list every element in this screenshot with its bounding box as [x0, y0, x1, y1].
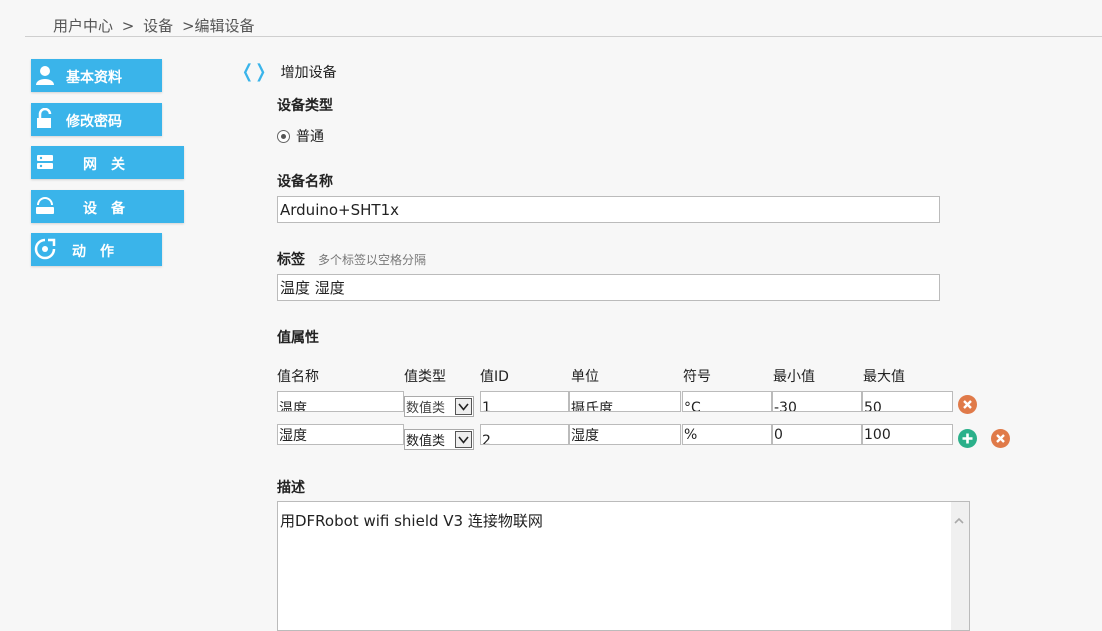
value-unit-input[interactable]: 湿度 — [569, 424, 681, 445]
device-name-label: 设备名称 — [277, 174, 333, 190]
breadcrumb-user-center[interactable]: 用户中心 — [53, 17, 113, 35]
device-icon — [36, 197, 54, 214]
col-header-symbol: 符号 — [683, 369, 711, 385]
chevron-up-icon[interactable] — [954, 516, 964, 526]
chevrons-icon: ❬❭ — [240, 61, 268, 82]
value-min-input[interactable]: 0 — [772, 424, 862, 445]
value-type-select[interactable]: 数值类 — [404, 429, 474, 450]
device-type-label: 设备类型 — [277, 98, 333, 114]
description-label: 描述 — [277, 480, 305, 496]
sidebar-item-label: 网 关 — [83, 157, 125, 173]
close-icon — [963, 400, 972, 409]
col-header-type: 值类型 — [404, 369, 446, 385]
textarea-scrollbar[interactable] — [951, 502, 969, 630]
delete-row-button[interactable] — [991, 429, 1010, 448]
col-header-id: 值ID — [480, 369, 509, 385]
close-icon — [996, 434, 1005, 443]
value-min-input[interactable]: -30 — [772, 391, 862, 412]
gateway-icon — [37, 155, 53, 169]
breadcrumb-devices[interactable]: 设备 — [143, 17, 173, 35]
sidebar-item-label: 设 备 — [83, 201, 125, 217]
col-header-max: 最大值 — [863, 369, 905, 385]
sidebar-item-password[interactable]: 修改密码 — [31, 103, 162, 136]
add-row-button[interactable] — [958, 429, 977, 448]
sidebar-item-label: 修改密码 — [66, 114, 122, 130]
value-name-input[interactable]: 温度 — [277, 391, 404, 412]
breadcrumb-edit-device: >编辑设备 — [181, 17, 255, 35]
device-type-radio[interactable]: 普通 — [277, 126, 324, 146]
device-type-option-label: 普通 — [296, 129, 324, 145]
chevron-down-icon[interactable] — [455, 431, 472, 448]
device-name-input[interactable]: Arduino+SHT1x — [277, 196, 940, 223]
value-type-select[interactable]: 数值类 — [404, 396, 474, 417]
tags-label: 标签 — [277, 252, 305, 268]
radio-selected-icon[interactable] — [277, 129, 290, 143]
section-header: ❬❭ 增加设备 — [240, 61, 337, 82]
value-unit-input[interactable]: 摄氏度 — [569, 391, 681, 412]
user-icon — [36, 66, 54, 85]
tags-input[interactable]: 温度 湿度 — [277, 274, 940, 301]
chevron-down-icon[interactable] — [455, 398, 472, 415]
sidebar-item-actions[interactable]: 动 作 — [31, 233, 162, 266]
value-symbol-input[interactable]: % — [682, 424, 772, 445]
col-header-name: 值名称 — [277, 369, 319, 385]
breadcrumb: 用户中心 > 设备 >编辑设备 — [53, 15, 259, 36]
value-id-input[interactable]: 1 — [480, 391, 569, 412]
section-title: 增加设备 — [280, 65, 337, 81]
sidebar-item-devices[interactable]: 设 备 — [31, 190, 184, 223]
sidebar-item-label: 基本资料 — [66, 70, 122, 86]
lock-icon — [37, 108, 52, 128]
sidebar-item-gateway[interactable]: 网 关 — [31, 146, 184, 179]
col-header-unit: 单位 — [571, 369, 599, 385]
value-max-input[interactable]: 100 — [862, 424, 953, 445]
plus-icon — [962, 433, 973, 444]
sidebar-item-label: 动 作 — [72, 244, 114, 260]
tags-hint: 多个标签以空格分隔 — [318, 253, 427, 267]
value-props-label: 值属性 — [277, 330, 319, 346]
sidebar-item-profile[interactable]: 基本资料 — [31, 59, 162, 92]
value-symbol-input[interactable]: °C — [682, 391, 772, 412]
delete-row-button[interactable] — [958, 395, 977, 414]
value-name-input[interactable]: 湿度 — [277, 424, 404, 445]
value-max-input[interactable]: 50 — [862, 391, 953, 412]
value-id-input[interactable]: 2 — [480, 424, 569, 445]
description-text: 用DFRobot wifi shield V3 连接物联网 — [280, 512, 543, 530]
header-divider — [25, 36, 1102, 37]
col-header-min: 最小值 — [773, 369, 815, 385]
description-textarea[interactable]: 用DFRobot wifi shield V3 连接物联网 — [277, 501, 970, 631]
action-icon — [34, 238, 56, 260]
breadcrumb-separator: > — [121, 17, 135, 35]
